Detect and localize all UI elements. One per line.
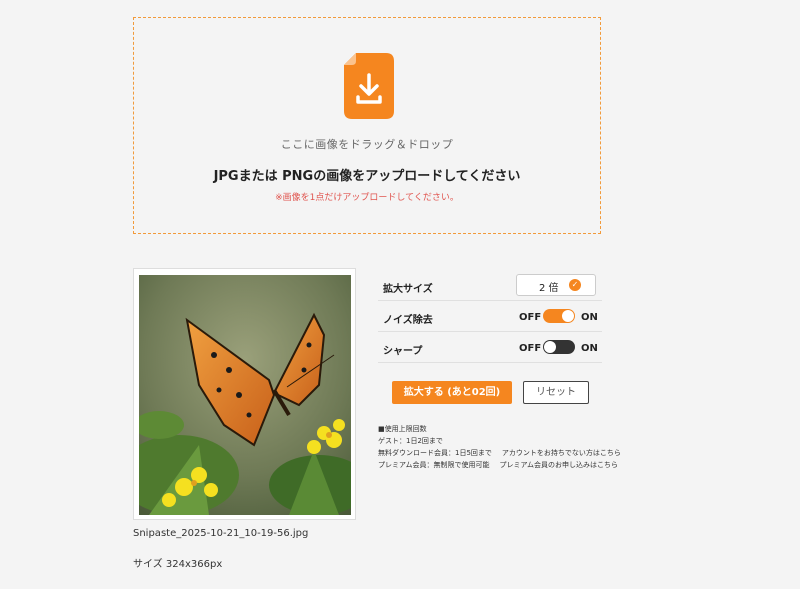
noise-toggle[interactable]: [543, 309, 575, 323]
sharp-label: シャープ: [383, 346, 423, 357]
sharp-on-label: ON: [581, 343, 598, 354]
dropzone-hint: ここに画像をドラッグ＆ドロップ: [280, 138, 454, 151]
image-preview: [133, 268, 356, 520]
upload-dropzone[interactable]: ここに画像をドラッグ＆ドロップ JPGまたは PNGの画像をアップロードしてくだ…: [133, 17, 601, 234]
scale-label: 拡大サイズ: [383, 284, 433, 295]
noise-on-label: ON: [581, 312, 598, 323]
noise-off-label: OFF: [519, 312, 542, 323]
reset-button[interactable]: リセット: [523, 381, 589, 404]
noise-row: ノイズ除去 OFF ON: [378, 301, 602, 332]
usage-premium: プレミアム会員：無制限で使用可能: [378, 461, 490, 469]
premium-link[interactable]: プレミアム会員のお申し込みはこちら: [500, 459, 619, 471]
settings-panel: 拡大サイズ 2 倍 ✓ ノイズ除去 OFF ON シャープ OFF ON: [378, 270, 602, 363]
toggle-knob: [562, 310, 574, 322]
sharp-off-label: OFF: [519, 343, 542, 354]
signup-link[interactable]: アカウントをお持ちでない方はこちら: [502, 447, 621, 459]
file-download-icon: [344, 53, 394, 119]
dropzone-note: ※画像を1点だけアップロードしてください。: [275, 193, 459, 203]
check-icon: ✓: [569, 279, 581, 291]
scale-row: 拡大サイズ 2 倍 ✓: [378, 270, 602, 301]
sharp-row: シャープ OFF ON: [378, 332, 602, 363]
usage-info: ■使用上限回数 ゲスト：1日2回まで 無料ダウンロード会員：1日5回まで アカウン…: [378, 423, 621, 471]
usage-guest: ゲスト：1日2回まで: [378, 437, 443, 445]
usage-heading: ■使用上限回数: [378, 425, 427, 433]
toggle-knob: [544, 341, 556, 353]
noise-label: ノイズ除去: [383, 315, 433, 326]
butterfly-photo: [139, 275, 351, 515]
file-name: Snipaste_2025-10-21_10-19-56.jpg: [133, 528, 309, 539]
scale-value: 2 倍: [539, 283, 559, 294]
sharp-toggle[interactable]: [543, 340, 575, 354]
file-size: サイズ 324x366px: [133, 559, 223, 570]
usage-free: 無料ダウンロード会員：1日5回まで: [378, 449, 492, 457]
dropzone-title: JPGまたは PNGの画像をアップロードしてください: [213, 169, 521, 184]
enlarge-button[interactable]: 拡大する (あと02回): [392, 381, 512, 404]
scale-select[interactable]: 2 倍 ✓: [516, 274, 596, 296]
